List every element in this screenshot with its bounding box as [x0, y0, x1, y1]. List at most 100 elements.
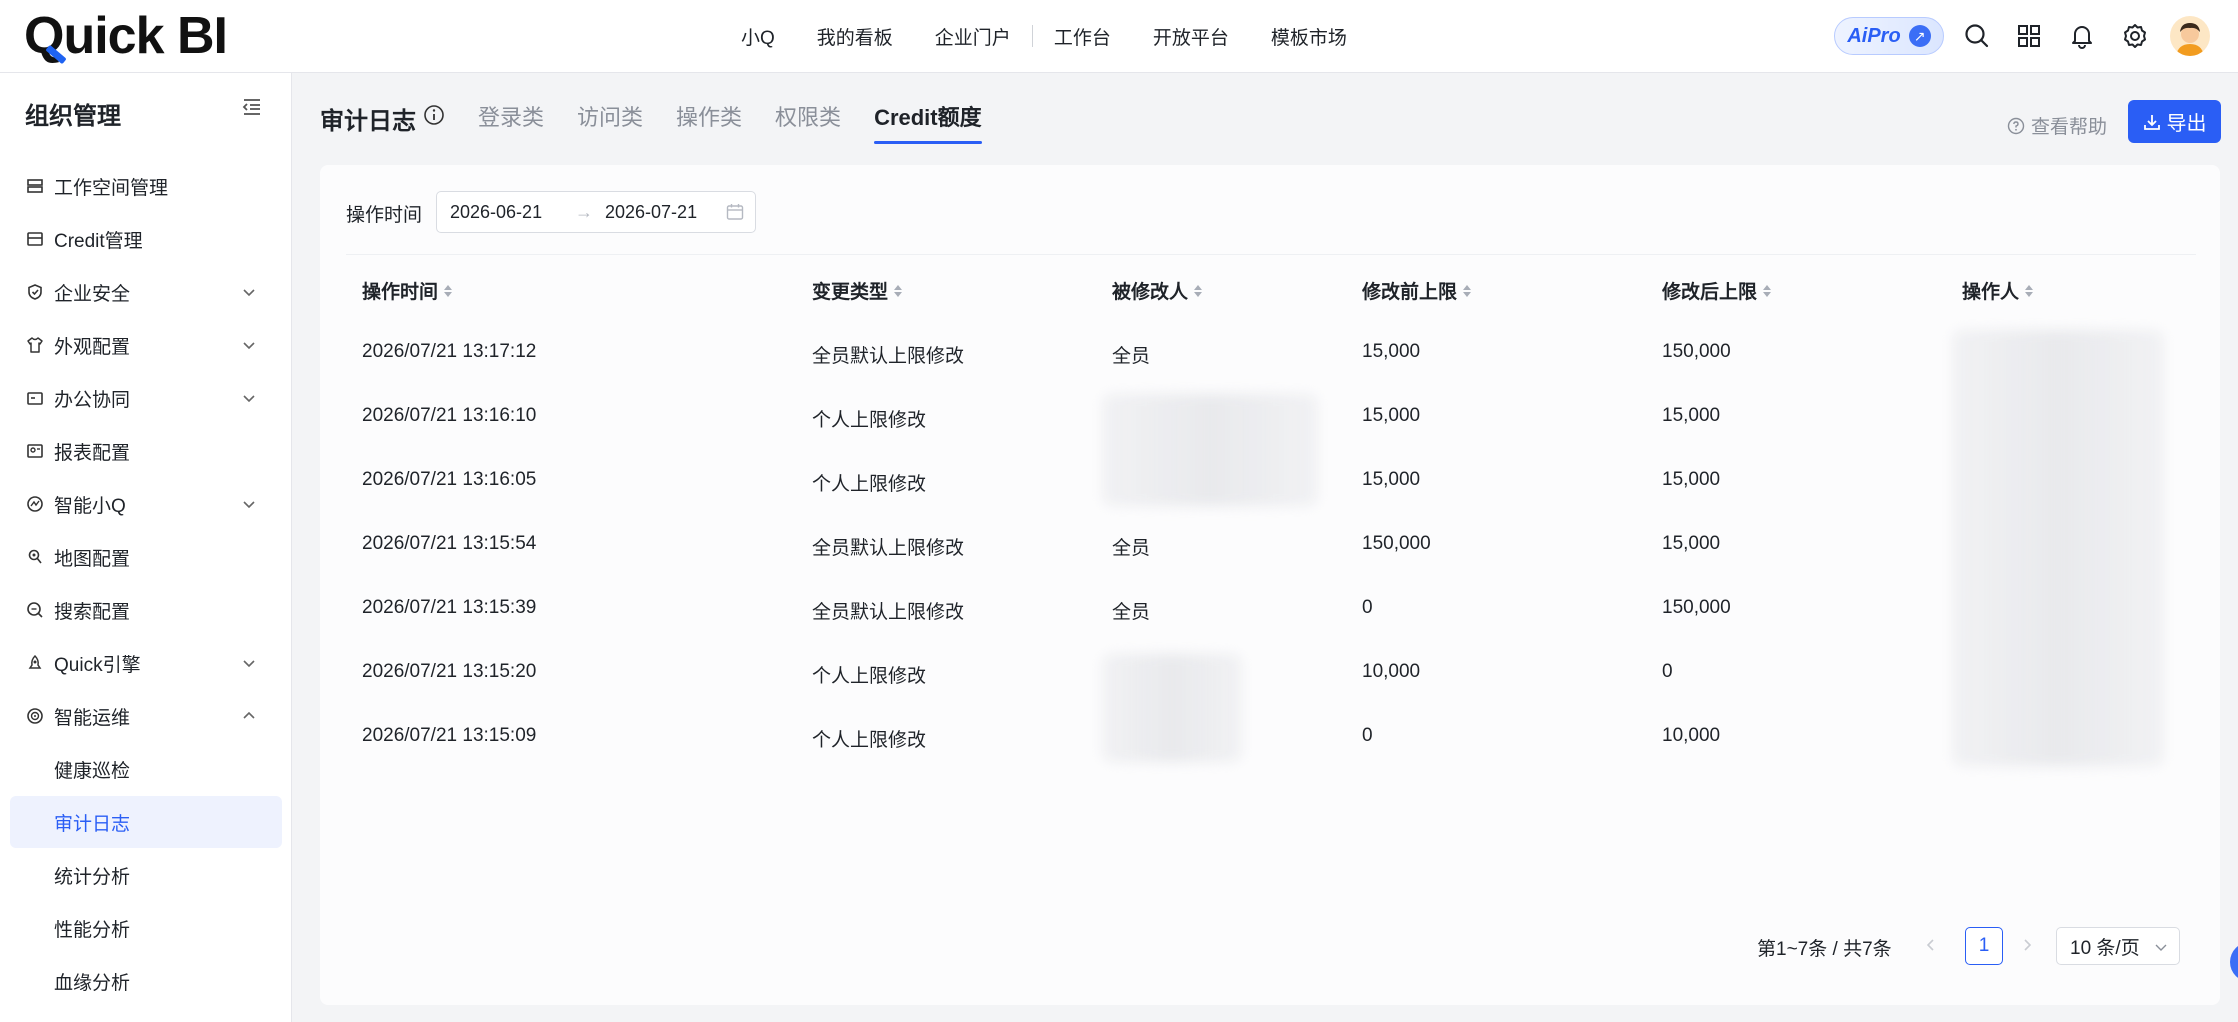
- cell-before-limit: 0: [1362, 597, 1373, 618]
- column-header-after-limit[interactable]: 修改后上限: [1662, 277, 1772, 304]
- sidebar-item-map[interactable]: 地图配置: [0, 531, 292, 583]
- page-title: 审计日志: [320, 108, 416, 135]
- cell-time: 2026/07/21 13:15:39: [362, 597, 537, 618]
- table-row: 2026/07/21 13:15:54 全员默认上限修改 全员 150,000 …: [346, 511, 2196, 575]
- tab-access[interactable]: 访问类: [577, 100, 643, 144]
- workspace-icon: [26, 177, 44, 195]
- download-icon: [2143, 114, 2160, 130]
- sidebar-subitem-statistics[interactable]: 统计分析: [10, 849, 282, 901]
- bell-icon[interactable]: [2066, 20, 2098, 52]
- credit-icon: [26, 230, 44, 248]
- sidebar-item-workspace[interactable]: 工作空间管理: [0, 160, 292, 212]
- help-label: 查看帮助: [2031, 117, 2108, 138]
- date-range-picker[interactable]: 2026-06-21 → 2026-07-21: [436, 191, 756, 233]
- cell-before-limit: 15,000: [1362, 405, 1421, 426]
- arrow-right-icon: →: [575, 202, 593, 222]
- nav-item-template-market[interactable]: 模板市场: [1271, 23, 1347, 50]
- nav-divider: [1031, 25, 1033, 47]
- gear-icon[interactable]: [2119, 20, 2151, 52]
- shield-icon: [26, 283, 44, 301]
- sidebar-item-smart-ops[interactable]: 智能运维: [0, 690, 292, 742]
- chevron-down-icon: [240, 283, 258, 301]
- quick-bi-logo[interactable]: Quick BI: [24, 8, 228, 65]
- chevron-down-icon: [240, 336, 258, 354]
- sidebar-item-label: 智能运维: [54, 707, 131, 729]
- tab-operation[interactable]: 操作类: [676, 100, 742, 144]
- cell-after-limit: 15,000: [1662, 533, 1721, 554]
- cell-time: 2026/07/21 13:17:12: [362, 341, 537, 362]
- redacted-user-name: [1102, 394, 1318, 506]
- column-header-before-limit[interactable]: 修改前上限: [1362, 277, 1472, 304]
- tab-login[interactable]: 登录类: [478, 100, 544, 144]
- nav-item-my-dashboard[interactable]: 我的看板: [817, 23, 893, 50]
- sidebar-subitem-label: 健康巡检: [54, 760, 131, 782]
- cell-after-limit: 0: [1662, 661, 1673, 682]
- tab-permission[interactable]: 权限类: [775, 100, 841, 144]
- report-icon: [26, 442, 44, 460]
- sidebar-item-credit[interactable]: Credit管理: [0, 213, 292, 265]
- sidebar-item-smart-q[interactable]: 智能小Q: [0, 478, 292, 530]
- sort-icon: [1763, 284, 1772, 297]
- nav-item-open-platform[interactable]: 开放平台: [1153, 23, 1229, 50]
- table-header: 操作时间 变更类型 被修改人 修改前上限 修改后上限 操作人: [346, 254, 2196, 320]
- cell-time: 2026/07/21 13:15:54: [362, 533, 537, 554]
- sidebar-item-label: 智能小Q: [54, 495, 126, 517]
- nav-item-xiaoq[interactable]: 小Q: [741, 23, 775, 50]
- floating-assistant-button[interactable]: [2230, 942, 2238, 982]
- chevron-right-icon[interactable]: [2017, 935, 2037, 955]
- cell-time: 2026/07/21 13:15:20: [362, 661, 537, 682]
- nav-item-workbench[interactable]: 工作台: [1054, 23, 1111, 50]
- sidebar-subitem-performance[interactable]: 性能分析: [10, 902, 282, 954]
- sidebar-title: 组织管理: [25, 103, 121, 130]
- export-button[interactable]: 导出: [2128, 100, 2221, 143]
- collapse-sidebar-icon[interactable]: [242, 97, 264, 119]
- sort-icon: [894, 284, 903, 297]
- help-link[interactable]: 查看帮助: [2007, 112, 2107, 139]
- chevron-left-icon[interactable]: [1921, 935, 1941, 955]
- chevron-down-icon: [240, 389, 258, 407]
- info-icon[interactable]: [423, 104, 445, 126]
- chevron-down-icon: [2153, 939, 2169, 955]
- cell-target-user: 全员: [1112, 346, 1151, 367]
- ai-icon: [26, 495, 44, 513]
- cell-change-type: 全员默认上限修改: [812, 602, 965, 623]
- column-header-target-user[interactable]: 被修改人: [1112, 277, 1203, 304]
- apps-grid-icon[interactable]: [2013, 20, 2045, 52]
- question-circle-icon: [2007, 117, 2025, 134]
- sidebar-subitem-lineage[interactable]: 血缘分析: [10, 955, 282, 1007]
- cell-target-user: 全员: [1112, 602, 1151, 623]
- sidebar-item-label: 搜索配置: [54, 601, 131, 623]
- sidebar-item-office[interactable]: 办公协同: [0, 372, 292, 424]
- user-avatar[interactable]: [2170, 16, 2210, 56]
- tab-credit-quota[interactable]: Credit额度: [874, 100, 982, 144]
- sidebar-item-report[interactable]: 报表配置: [0, 425, 292, 477]
- sidebar-item-label: 地图配置: [54, 548, 131, 570]
- ai-pro-button[interactable]: AiPro ↗: [1834, 17, 1944, 55]
- arrow-up-right-icon: ↗: [1908, 25, 1931, 47]
- cell-before-limit: 10,000: [1362, 661, 1421, 682]
- nav-item-enterprise-portal[interactable]: 企业门户: [935, 23, 1011, 50]
- pagination-page-1[interactable]: 1: [1965, 927, 2003, 965]
- sidebar-item-label: Credit管理: [54, 230, 143, 252]
- table-row: 2026/07/21 13:15:20 个人上限修改 10,000 0: [346, 639, 2196, 703]
- table-row: 2026/07/21 13:15:39 全员默认上限修改 全员 0 150,00…: [346, 575, 2196, 639]
- column-header-time[interactable]: 操作时间: [362, 277, 453, 304]
- sidebar-item-quick-engine[interactable]: Quick引擎: [0, 637, 292, 689]
- start-date-input[interactable]: 2026-06-21: [450, 202, 542, 223]
- sidebar-subitem-health-check[interactable]: 健康巡检: [10, 743, 282, 795]
- cell-before-limit: 15,000: [1362, 341, 1421, 362]
- sidebar-subitem-audit-log[interactable]: 审计日志: [10, 796, 282, 848]
- search-icon[interactable]: [1961, 20, 1993, 52]
- engine-icon: [26, 654, 44, 672]
- sidebar-item-security[interactable]: 企业安全: [0, 266, 292, 318]
- cell-change-type: 个人上限修改: [812, 474, 927, 495]
- office-icon: [26, 389, 44, 407]
- sidebar-item-search-config[interactable]: 搜索配置: [0, 584, 292, 636]
- logo-q-letter: Q: [24, 8, 68, 65]
- column-header-change-type[interactable]: 变更类型: [812, 277, 903, 304]
- end-date-input[interactable]: 2026-07-21: [605, 202, 697, 223]
- column-header-operator[interactable]: 操作人: [1962, 277, 2034, 304]
- sidebar-item-appearance[interactable]: 外观配置: [0, 319, 292, 371]
- sort-icon: [444, 284, 453, 297]
- page-size-select[interactable]: 10 条/页: [2056, 927, 2180, 965]
